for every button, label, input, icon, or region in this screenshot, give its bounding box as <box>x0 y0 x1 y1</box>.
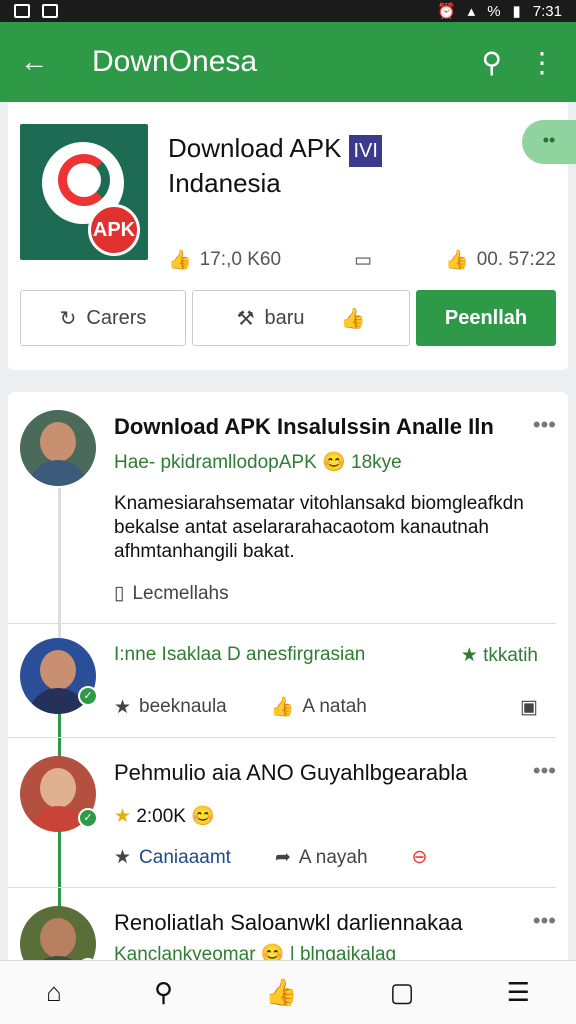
thumb-up-icon: 👍 <box>340 307 366 330</box>
bottom-nav: ⌂ ⚲ 👍 ▢ ☰ <box>0 960 576 1024</box>
search-icon[interactable]: ⚲ <box>154 977 173 1008</box>
clock: 7:31 <box>532 2 562 20</box>
status-left <box>14 4 58 18</box>
post-title: Pehmulio aia ANO Guyahlbgearabla <box>114 760 468 785</box>
star-icon: ★ <box>114 806 132 827</box>
star-icon: ★ <box>114 696 132 718</box>
share-icon: ➦ <box>274 847 291 868</box>
more-vert-icon[interactable]: ⋮ <box>528 46 556 79</box>
app-bar: ← DownOnesa ⚲ ⋮ <box>0 22 576 102</box>
emoji-icon: 😊 <box>191 806 215 827</box>
more-icon[interactable]: ••• <box>533 758 556 784</box>
likes-stat: 👍 17:,0 K60 <box>168 249 282 271</box>
refresh-icon: ↻ <box>59 307 77 330</box>
emoji-icon: 😊 <box>322 452 346 473</box>
feed-post[interactable]: ✓ Pehmulio aia ANO Guyahlbgearabla ••• ★… <box>8 738 556 888</box>
app-stats: 👍 17:,0 K60 ▭ 👍 00. 57:22 <box>168 248 556 272</box>
post-meta: ▯ Lecmellahs <box>114 582 229 605</box>
battery-icon: ▮ <box>512 3 521 20</box>
app-badge: IVI <box>349 135 382 167</box>
search-icon[interactable]: ⚲ <box>481 46 502 79</box>
image-icon[interactable]: ▣ <box>520 696 538 719</box>
post-subtitle: I:nne Isaklaa D anesfirgrasian ★ tkkatih <box>114 644 538 666</box>
thumb-icon[interactable]: 👍 <box>265 977 297 1008</box>
wifi-icon: ▴ <box>467 3 476 20</box>
thumb-up-icon: 👍 <box>270 697 295 718</box>
battery-percent: % <box>487 2 501 20</box>
tools-icon: ⚒ <box>236 307 255 330</box>
more-icon[interactable]: ••• <box>533 908 556 934</box>
feed-post[interactable]: ✓ Renoliatlah Saloanwkl darliennakaa •••… <box>8 888 556 982</box>
post-rating: ★ 2:00K 😊 <box>114 806 215 827</box>
app-title: Download APK IVI Indanesia <box>168 132 382 199</box>
star-icon: ★ <box>114 847 132 868</box>
app-header-card: APK Download APK IVI Indanesia •• 👍 17:,0… <box>8 102 576 370</box>
post-actions: ★ Caniaaamt ➦ A nayah ⊖ <box>114 828 538 887</box>
star-action[interactable]: ★ Caniaaamt <box>114 846 231 869</box>
shares-stat: 👍 00. 57:22 <box>445 249 556 271</box>
status-right: ⏰ ▴ % ▮ 7:31 <box>436 2 562 21</box>
feed: Download APK Insalulssin Analle Iln ••• … <box>8 392 568 996</box>
new-button[interactable]: ⚒ baru 👍 <box>192 290 410 346</box>
doc-icon: ▯ <box>114 583 125 604</box>
post-title: Download APK Insalulssin Analle Iln <box>114 414 494 439</box>
share-action[interactable]: ➦ A nayah <box>275 846 368 869</box>
app-bar-title: DownOnesa <box>92 45 258 78</box>
verified-icon: ✓ <box>78 808 98 828</box>
arrow-left-icon[interactable]: ← <box>20 46 48 78</box>
verified-icon: ✓ <box>78 686 98 706</box>
star-action[interactable]: ★ beeknaula <box>114 696 227 719</box>
post-actions: ★ beeknaula 👍 A natah ▣ <box>114 667 538 737</box>
more-circle-icon[interactable]: ⊖ <box>412 846 428 869</box>
status-bar: ⏰ ▴ % ▮ 7:31 <box>0 0 576 22</box>
post-body: Knamesiarahsematar vitohlansakd biomglea… <box>114 493 524 562</box>
alarm-icon: ⏰ <box>436 3 456 20</box>
star-icon: ★ <box>460 645 478 666</box>
action-buttons: ↻ Carers ⚒ baru 👍 Peenllah <box>20 290 556 346</box>
comment-icon[interactable]: ▭ <box>354 248 372 272</box>
like-action[interactable]: 👍 A natah <box>271 695 367 719</box>
square-icon[interactable]: ▢ <box>390 977 415 1008</box>
app-logo[interactable]: APK <box>20 124 148 260</box>
more-icon[interactable]: ••• <box>533 412 556 438</box>
post-title: Renoliatlah Saloanwkl darliennakaa <box>114 910 463 935</box>
image-icon <box>42 4 58 18</box>
careers-button[interactable]: ↻ Carers <box>20 290 186 346</box>
feed-post[interactable]: Download APK Insalulssin Analle Iln ••• … <box>8 392 556 624</box>
home-icon[interactable]: ⌂ <box>46 977 62 1008</box>
avatar[interactable] <box>20 410 96 486</box>
gallery-icon <box>14 4 30 18</box>
menu-icon[interactable]: ☰ <box>507 977 530 1008</box>
chat-icon[interactable]: •• <box>522 120 576 164</box>
post-subtitle: Hae- pkidramllodopAPK 😊 18kye <box>114 452 402 473</box>
feed-post[interactable]: ✓ I:nne Isaklaa D anesfirgrasian ★ tkkati… <box>8 624 556 738</box>
primary-button[interactable]: Peenllah <box>416 290 556 346</box>
